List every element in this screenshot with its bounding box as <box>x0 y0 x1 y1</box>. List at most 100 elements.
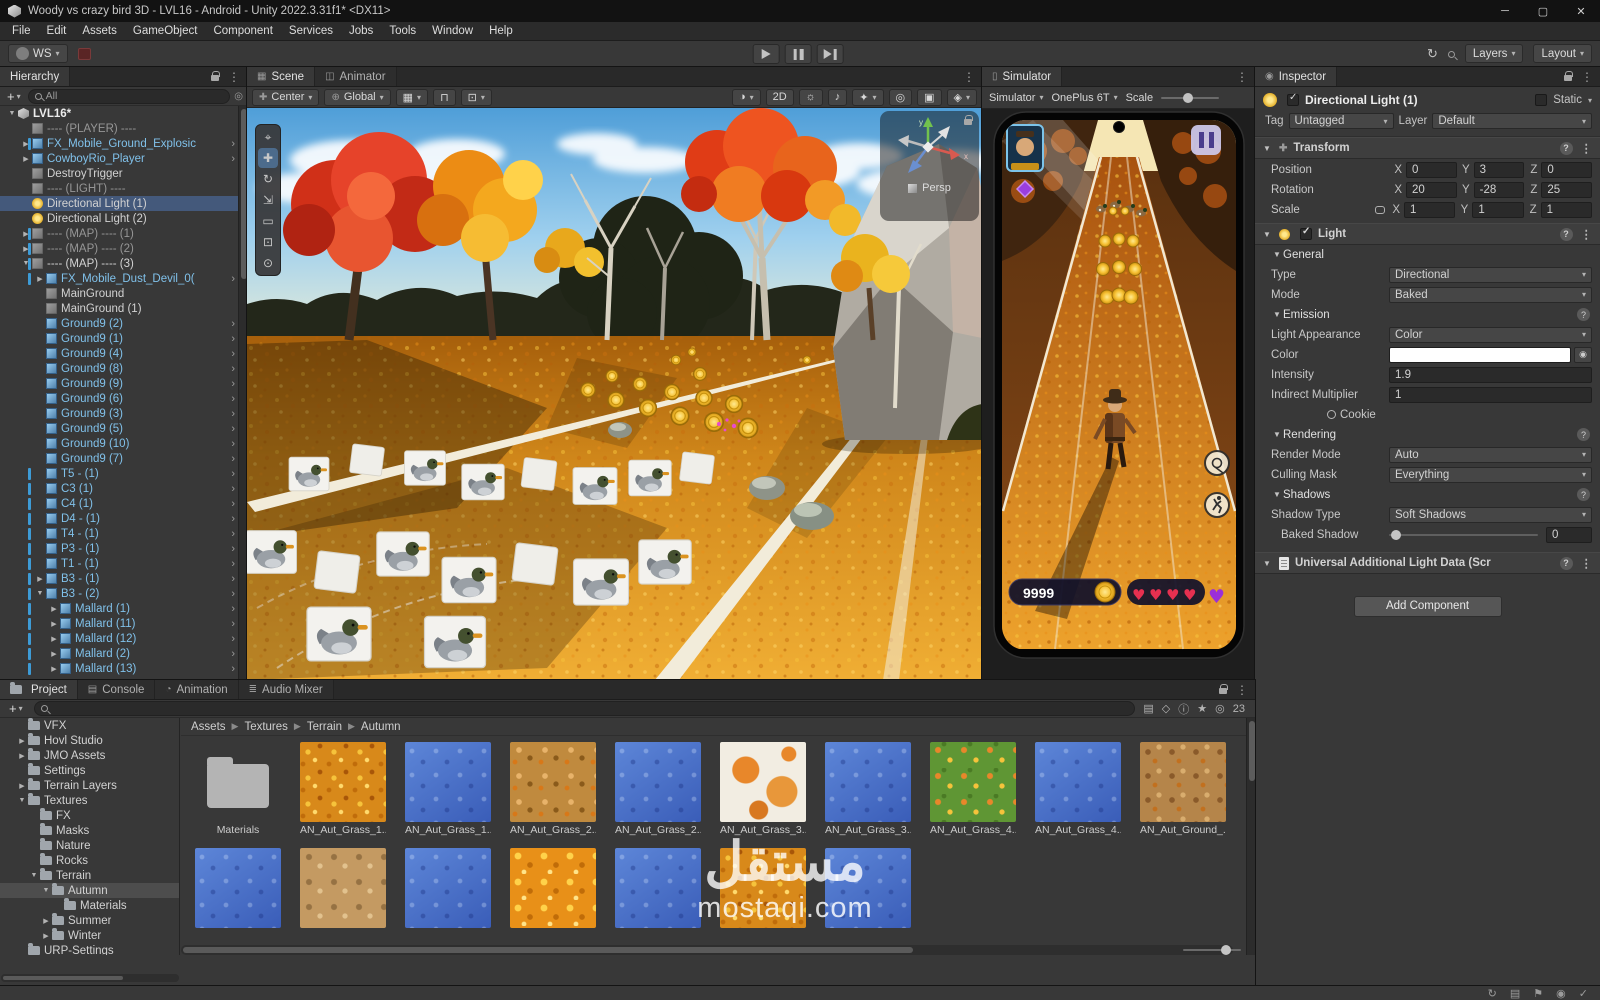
scale-x-field[interactable]: 1 <box>1404 201 1456 218</box>
layer-dropdown[interactable]: Default ▾ <box>1432 113 1592 129</box>
prefab-open-chevron[interactable]: › <box>228 408 235 420</box>
scale-tool-button[interactable]: ⇲ <box>258 190 278 210</box>
foldout-icon[interactable]: ▼ <box>1263 230 1273 239</box>
intensity-field[interactable]: 1.9 <box>1389 366 1592 383</box>
transform-component-header[interactable]: ▼ ✚ Transform ? ⋮ <box>1255 137 1600 159</box>
hierarchy-item[interactable]: ▶ FX_Mobile_Ground_Explosic › <box>0 136 247 151</box>
gizmos-dropdown[interactable]: ◈ ▾ <box>946 88 977 106</box>
asset-item[interactable]: AN_Aut_Grass_1... <box>405 742 491 836</box>
help-icon[interactable]: ? <box>1577 488 1590 501</box>
hierarchy-item[interactable]: Ground9 (7) › <box>0 451 247 466</box>
breadcrumb-item[interactable]: Textures <box>244 721 287 733</box>
expander-arrow-icon[interactable]: ▶ <box>34 275 46 283</box>
lock-icon[interactable] <box>1219 684 1228 694</box>
scene-viewport[interactable]: ⌖ ✚ ↻ ⇲ ▭ ⊡ ⊙ y x Persp <box>247 108 982 680</box>
undo-history-icon[interactable]: ↻ <box>1427 46 1438 62</box>
prefab-open-chevron[interactable]: › <box>228 603 235 615</box>
pause-button[interactable] <box>1190 125 1221 155</box>
gizmo-lock-icon[interactable] <box>964 115 973 125</box>
position-z-field[interactable]: 0 <box>1541 161 1593 178</box>
project-folder-row[interactable]: Materials <box>0 898 179 913</box>
hierarchy-search-input[interactable]: All <box>27 88 231 104</box>
prefab-open-chevron[interactable]: › <box>228 318 235 330</box>
thumbnail-size-slider[interactable] <box>1183 945 1241 955</box>
asset-item[interactable] <box>405 848 491 930</box>
status-flag-icon[interactable]: ⚑ <box>1533 987 1543 1000</box>
prefab-open-chevron[interactable]: › <box>228 333 235 345</box>
scene-lighting-toggle[interactable]: ☼ <box>798 88 823 106</box>
asset-item[interactable] <box>510 848 596 930</box>
asset-item[interactable] <box>300 848 386 930</box>
help-icon[interactable]: ? <box>1559 141 1573 155</box>
menu-tools[interactable]: Tools <box>381 25 424 37</box>
eyedropper-button[interactable]: ◉ <box>1574 346 1592 363</box>
hierarchy-item[interactable]: ▶ ---- (MAP) ---- (1) <box>0 226 247 241</box>
expander-arrow-icon[interactable]: ▶ <box>48 635 60 643</box>
hierarchy-item[interactable]: ▶ ---- (MAP) ---- (2) <box>0 241 247 256</box>
color-swatch[interactable] <box>1389 346 1571 363</box>
link-icon[interactable] <box>1375 205 1385 214</box>
static-dropdown-icon[interactable]: ▾ <box>1588 96 1592 105</box>
tab-scene[interactable]: ▦ Scene <box>247 67 316 86</box>
scale-z-field[interactable]: 1 <box>1540 201 1592 218</box>
expander-arrow-icon[interactable]: ▼ <box>6 110 18 117</box>
simulator-viewport[interactable]: 9999 ♥ ♥ ♥ ♥ ♥ <box>982 109 1255 680</box>
tool-handle-pivot-dropdown[interactable]: ✚ Center ▾ <box>252 88 320 106</box>
light-appearance-dropdown[interactable]: Color ▾ <box>1389 326 1592 343</box>
rect-tool-button[interactable]: ▭ <box>258 211 278 231</box>
menu-help[interactable]: Help <box>481 25 521 37</box>
prefab-open-chevron[interactable]: › <box>228 363 235 375</box>
asset-item[interactable] <box>615 848 701 930</box>
hierarchy-item[interactable]: ▼ B3 - (2) › <box>0 586 247 601</box>
hierarchy-item[interactable]: Ground9 (4) › <box>0 346 247 361</box>
hierarchy-item[interactable]: Ground9 (1) › <box>0 331 247 346</box>
enabled-checkbox[interactable] <box>1287 92 1299 106</box>
lasso-skill-button[interactable] <box>1203 450 1230 476</box>
hierarchy-item[interactable]: Ground9 (9) › <box>0 376 247 391</box>
menu-gameobject[interactable]: GameObject <box>125 25 206 37</box>
snap-increment-dropdown[interactable]: ⊡ ▾ <box>460 88 492 106</box>
component-menu-icon[interactable]: ⋮ <box>1581 556 1593 570</box>
component-menu-icon[interactable]: ⋮ <box>1581 141 1593 155</box>
project-folder-row[interactable]: ▶ Winter <box>0 928 179 943</box>
asset-item[interactable]: AN_Aut_Grass_3... <box>825 742 911 836</box>
project-scrollbar[interactable] <box>1246 718 1255 955</box>
tab-hierarchy[interactable]: Hierarchy <box>0 67 71 86</box>
asset-item[interactable] <box>825 848 911 930</box>
prefab-open-chevron[interactable]: › <box>228 483 235 495</box>
hierarchy-item[interactable]: ---- (LIGHT) ---- <box>0 181 247 196</box>
panel-menu-icon[interactable]: ⋮ <box>1581 70 1593 84</box>
rotation-z-field[interactable]: 25 <box>1541 181 1593 198</box>
tab-animator[interactable]: ◫ Animator <box>315 67 397 86</box>
hierarchy-item[interactable]: Ground9 (3) › <box>0 406 247 421</box>
project-folder-row[interactable]: Rocks <box>0 853 179 868</box>
general-foldout[interactable]: ▼ General <box>1255 245 1600 264</box>
hierarchy-scrollbar[interactable] <box>238 106 247 680</box>
asset-item[interactable]: Materials <box>195 742 281 836</box>
2d-toggle[interactable]: 2D <box>765 88 794 106</box>
hierarchy-item[interactable]: ▶ B3 - (1) › <box>0 571 247 586</box>
create-asset-button[interactable]: + ▾ <box>6 701 26 716</box>
simulator-mode-dropdown[interactable]: Simulator ▾ <box>989 92 1043 104</box>
help-icon[interactable]: ? <box>1559 227 1573 241</box>
play-button[interactable] <box>752 44 780 64</box>
view-tool-button[interactable]: ⌖ <box>258 127 278 147</box>
hierarchy-item[interactable]: T1 - (1) › <box>0 556 247 571</box>
scene-audio-toggle[interactable]: ♪ <box>827 88 848 106</box>
menu-jobs[interactable]: Jobs <box>341 25 381 37</box>
project-search-input[interactable] <box>33 701 1136 716</box>
grid-visibility-dropdown[interactable]: ▦ ▾ <box>395 88 429 106</box>
expander-arrow-icon[interactable]: ▼ <box>16 797 28 804</box>
asset-item[interactable]: AN_Aut_Grass_4... <box>930 742 1016 836</box>
search-filter-icon[interactable]: ◎ <box>234 91 243 102</box>
light-type-dropdown[interactable]: Directional ▾ <box>1389 266 1592 283</box>
project-folder-row[interactable]: ▼ Terrain <box>0 868 179 883</box>
baked-shadow-slider[interactable] <box>1389 529 1538 540</box>
panel-menu-icon[interactable]: ⋮ <box>228 70 240 84</box>
emission-foldout[interactable]: ▼ Emission? <box>1255 305 1600 324</box>
prefab-open-chevron[interactable]: › <box>228 438 235 450</box>
rotate-tool-button[interactable]: ↻ <box>258 169 278 189</box>
hierarchy-item[interactable]: Ground9 (2) › <box>0 316 247 331</box>
project-folder-row[interactable]: ▼ Autumn <box>0 883 179 898</box>
hierarchy-item[interactable]: ---- (PLAYER) ---- <box>0 121 247 136</box>
